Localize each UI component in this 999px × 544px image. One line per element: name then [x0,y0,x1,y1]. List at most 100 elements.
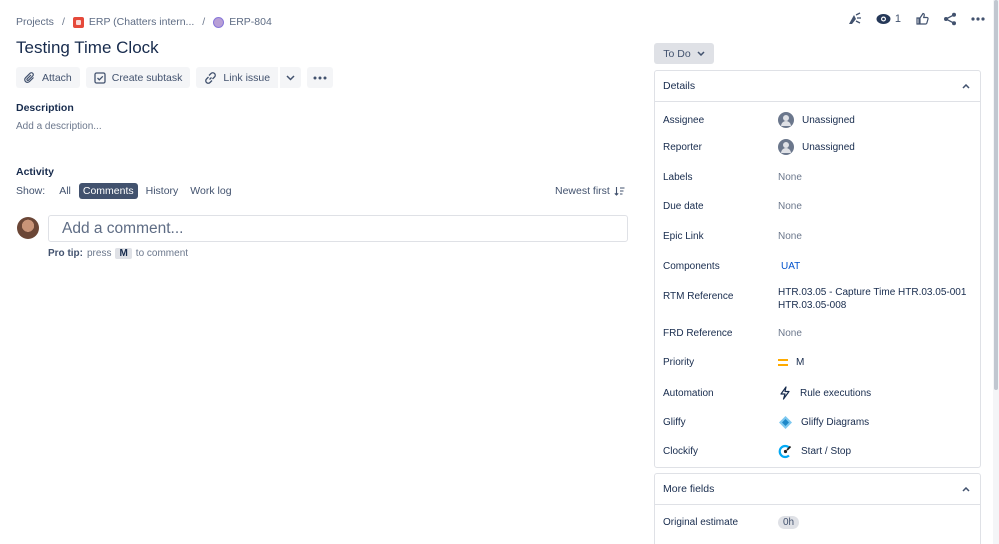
breadcrumb-separator: / [202,16,206,28]
user-icon [778,139,794,155]
details-title: Details [663,80,696,92]
watch-button[interactable]: 1 [876,13,901,25]
field-value[interactable]: Start / Stop [801,446,851,457]
field-value: None [778,172,802,183]
field-value: None [778,231,802,242]
description-input[interactable]: Add a description... [16,121,102,132]
more-fields-header[interactable]: More fields [655,474,980,505]
field-reporter[interactable]: Reporter Unassigned [663,139,973,155]
feedback-button[interactable] [847,12,862,26]
pro-tip-post: to comment [135,248,189,259]
field-value: Unassigned [802,114,855,126]
chevron-down-icon [286,74,295,81]
field-label: FRD Reference [663,328,733,339]
details-panel: Details Assignee Unassigned Reporter Una… [654,70,981,468]
field-clockify[interactable]: Clockify Start / Stop [663,444,973,459]
comment-input[interactable]: Add a comment... [48,215,628,242]
avatar [17,217,39,239]
field-label: Reporter [663,141,702,153]
link-icon [205,71,217,84]
field-assignee[interactable]: Assignee Unassigned [663,112,973,128]
show-label: Show: [16,185,46,197]
gliffy-icon [779,416,792,429]
paperclip-icon [24,71,34,83]
share-button[interactable] [943,12,957,26]
more-icon [313,76,327,79]
filter-comments[interactable]: Comments [78,183,138,199]
more-icon [971,17,985,21]
breadcrumb-projects[interactable]: Projects [16,16,54,28]
sort-label: Newest first [555,185,610,197]
field-label: Priority [663,357,695,368]
field-value[interactable]: Gliffy Diagrams [801,417,869,428]
attach-button[interactable]: Attach [16,67,80,88]
chevron-up-icon [962,83,970,89]
field-automation[interactable]: Automation Rule executions [663,386,973,400]
share-icon [944,12,956,26]
field-label: Components [663,261,720,272]
more-fields-title: More fields [663,483,715,495]
activity-filter: Show: All Comments History Work log [16,183,236,199]
field-label: Original estimate [663,517,739,528]
field-value: Unassigned [802,141,855,153]
user-icon [778,112,794,128]
project-icon [72,16,84,28]
field-priority[interactable]: Priority M [663,357,973,368]
field-label: Epic Link [663,231,704,242]
status-label: To Do [663,47,691,60]
like-button[interactable] [915,12,929,26]
breadcrumb-project[interactable]: ERP (Chatters intern... [72,16,194,28]
field-labels[interactable]: Labels None [663,172,973,183]
clockify-icon [778,444,792,459]
sort-newest-first[interactable]: Newest first [555,185,625,197]
filter-work-log[interactable]: Work log [186,183,235,199]
breadcrumb-separator: / [61,16,65,28]
issue-actions: 1 [847,12,985,26]
like-icon [916,12,929,25]
field-value[interactable]: Rule executions [800,388,871,399]
issue-title[interactable]: Testing Time Clock [16,38,159,58]
field-components[interactable]: Components UAT [663,260,973,273]
description-heading: Description [16,102,74,114]
field-frd-reference[interactable]: FRD Reference None [663,328,973,339]
field-epic-link[interactable]: Epic Link None [663,231,973,242]
more-button[interactable] [971,17,985,21]
field-due-date[interactable]: Due date None [663,201,973,212]
field-rtm-reference[interactable]: RTM Reference HTR.03.05 - Capture Time H… [663,287,973,311]
subtask-icon [94,71,106,84]
create-subtask-button[interactable]: Create subtask [85,67,191,88]
feedback-icon [848,12,861,24]
breadcrumb-issue-key: ERP-804 [229,16,272,28]
filter-all[interactable]: All [55,183,75,199]
estimate-pill: 0h [778,516,800,529]
field-label: RTM Reference [663,291,734,302]
filter-history[interactable]: History [142,183,183,199]
sort-icon [614,187,625,196]
field-value-line2: HTR.03.05-008 [778,300,847,311]
priority-medium-icon [778,359,788,366]
more-actions-button[interactable] [307,67,334,88]
attach-label: Attach [42,71,72,84]
issue-toolbar: Attach Create subtask Link issue [16,67,334,88]
lightning-icon [780,386,790,400]
status-button[interactable]: To Do [654,43,714,64]
watch-count: 1 [894,13,901,25]
breadcrumb: Projects / ERP (Chatters intern... / ERP… [16,16,272,28]
component-tag[interactable]: UAT [778,260,804,273]
pro-tip-label: Pro tip: [48,248,83,259]
eye-icon [876,14,891,24]
pro-tip: Pro tip: press M to comment [48,248,188,259]
chevron-up-icon [962,486,970,492]
breadcrumb-issue[interactable]: ERP-804 [213,16,272,28]
link-issue-button[interactable]: Link issue [196,67,279,88]
details-header[interactable]: Details [655,71,980,102]
field-original-estimate[interactable]: Original estimate 0h [663,516,973,529]
field-value: HTR.03.05 - Capture Time HTR.03.05-001 [778,287,967,298]
link-issue-label: Link issue [223,71,271,84]
page-scrollbar[interactable] [993,0,999,544]
more-fields-panel: More fields Original estimate 0h [654,473,981,544]
scrollbar-thumb[interactable] [994,0,998,390]
link-issue-dropdown[interactable] [279,67,302,88]
field-gliffy[interactable]: Gliffy Gliffy Diagrams [663,415,973,430]
field-label: Gliffy [663,417,686,428]
